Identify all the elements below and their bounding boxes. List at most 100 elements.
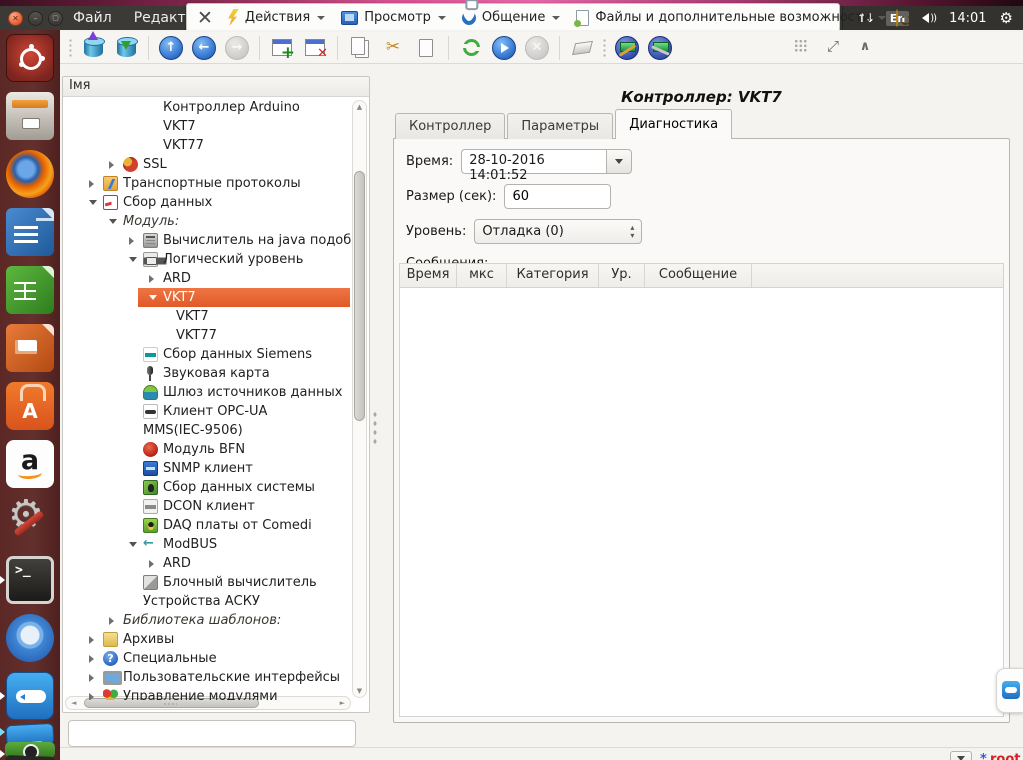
- go-back-button[interactable]: ←: [191, 35, 217, 61]
- tree-expander[interactable]: [129, 257, 143, 262]
- tree-row[interactable]: Звуковая карта: [63, 364, 351, 383]
- messages-table[interactable]: ВремямксКатегорияУр.Сообщение: [399, 263, 1004, 717]
- copy-item-button[interactable]: [347, 35, 373, 61]
- tree-expander[interactable]: [129, 237, 143, 245]
- tab-parameters[interactable]: Параметры: [507, 113, 613, 139]
- tree-row[interactable]: Сбор данных Siemens: [63, 345, 351, 364]
- instrument-button-2[interactable]: [647, 35, 673, 61]
- teamviewer-side-handle[interactable]: [996, 668, 1023, 713]
- tree-expander[interactable]: [109, 617, 123, 625]
- add-item-button[interactable]: [269, 35, 295, 61]
- scroll-right-icon[interactable]: ►: [340, 699, 345, 707]
- column-header[interactable]: Время: [400, 264, 457, 287]
- tree-row[interactable]: VKT7: [63, 117, 351, 136]
- level-spinbox[interactable]: Отладка (0) ▴▾: [474, 219, 642, 244]
- refresh-button[interactable]: [458, 35, 484, 61]
- tree-expander[interactable]: [89, 655, 103, 663]
- tree-row[interactable]: Модуль BFN: [63, 440, 351, 459]
- scroll-left-icon[interactable]: ◄: [71, 699, 76, 707]
- scroll-up-icon[interactable]: ▲: [353, 103, 366, 111]
- ubuntu-dash-icon[interactable]: [6, 34, 54, 82]
- smiley-icon[interactable]: [896, 9, 898, 27]
- tree-row[interactable]: SNMP клиент: [63, 459, 351, 478]
- tree-vertical-scrollbar[interactable]: ▲ ▼: [352, 100, 367, 698]
- tree-expander[interactable]: [149, 560, 163, 568]
- tree-row[interactable]: Архивы: [63, 630, 351, 649]
- tree-row[interactable]: Библиотека шаблонов:: [63, 611, 351, 630]
- speaker-icon[interactable]: )): [922, 13, 936, 24]
- tree-row[interactable]: ModBUS: [63, 535, 351, 554]
- firefox-icon[interactable]: [6, 150, 54, 198]
- tile-grid-button[interactable]: [788, 33, 814, 59]
- collapse-toolbar-button[interactable]: ∧: [852, 33, 878, 59]
- tab-diagnostics[interactable]: Диагностика: [615, 109, 732, 139]
- tree-row[interactable]: DAQ платы от Comedi: [63, 516, 351, 535]
- libreoffice-writer-icon[interactable]: [6, 208, 54, 256]
- tree-expander[interactable]: [89, 180, 103, 188]
- clean-button[interactable]: [569, 35, 595, 61]
- column-header[interactable]: Сообщение: [645, 264, 752, 287]
- tree-expander[interactable]: [89, 693, 103, 701]
- load-from-db-button[interactable]: [80, 35, 106, 61]
- tree-expander[interactable]: [109, 219, 123, 224]
- go-up-button[interactable]: ↑: [158, 35, 184, 61]
- window-minimize-button[interactable]: [28, 11, 43, 26]
- tree-row[interactable]: Вычислитель на java подобн: [63, 231, 351, 250]
- session-gear-icon[interactable]: ⚙: [1000, 11, 1013, 26]
- chromium-icon[interactable]: [6, 614, 54, 662]
- tree-row[interactable]: Специальные: [63, 649, 351, 668]
- tree-row[interactable]: SSL: [63, 155, 351, 174]
- toolbar-grip[interactable]: [602, 38, 607, 58]
- tree-header[interactable]: Імя: [63, 77, 369, 97]
- size-input[interactable]: [504, 184, 611, 209]
- software-center-icon[interactable]: [6, 382, 54, 430]
- libreoffice-calc-icon[interactable]: [6, 266, 54, 314]
- column-header[interactable]: Категория: [507, 264, 599, 287]
- files-extra-menu[interactable]: Файлы и дополнительные возможности: [576, 10, 886, 26]
- tree-search-input[interactable]: [68, 720, 356, 747]
- tree-row[interactable]: ARD: [63, 554, 351, 573]
- expand-button[interactable]: ⤢: [820, 33, 846, 59]
- tree-row[interactable]: Шлюз источников данных: [63, 383, 351, 402]
- terminal-icon[interactable]: [6, 556, 54, 604]
- window-maximize-button[interactable]: [48, 11, 63, 26]
- tree-row[interactable]: VKT77: [63, 136, 351, 155]
- tree-row[interactable]: Контроллер Arduino: [63, 98, 351, 117]
- vertical-scroll-thumb[interactable]: [354, 171, 365, 421]
- delete-item-button[interactable]: [302, 35, 328, 61]
- panel-splitter[interactable]: [372, 410, 378, 444]
- tree-row[interactable]: VKT7: [63, 288, 351, 307]
- tree-row[interactable]: MMS(IEC-9506): [63, 421, 351, 440]
- scroll-down-icon[interactable]: ▼: [353, 687, 366, 695]
- close-icon[interactable]: ✕: [197, 8, 213, 28]
- menu-file[interactable]: Файл: [73, 10, 112, 26]
- tree-row[interactable]: Сбор данных системы: [63, 478, 351, 497]
- tree-expander[interactable]: [129, 542, 143, 547]
- tree-row[interactable]: Пользовательские интерфейсы: [63, 668, 351, 687]
- status-combo-button[interactable]: [950, 751, 972, 760]
- tree-row[interactable]: Логический уровень: [63, 250, 351, 269]
- tree-expander[interactable]: [89, 674, 103, 682]
- file-cabinet-icon[interactable]: [6, 92, 54, 140]
- column-header[interactable]: мкс: [457, 264, 507, 287]
- tree-row[interactable]: Блочный вычислитель: [63, 573, 351, 592]
- tree-expander[interactable]: [149, 295, 163, 300]
- tree-row[interactable]: DCON клиент: [63, 497, 351, 516]
- tree-row[interactable]: Клиент OPC-UA: [63, 402, 351, 421]
- tree-row[interactable]: Устройства АСКУ: [63, 592, 351, 611]
- tree-row[interactable]: Модуль:: [63, 212, 351, 231]
- window-close-button[interactable]: [8, 11, 23, 26]
- time-combo[interactable]: 28-10-2016 14:01:52: [461, 149, 632, 174]
- tree-row[interactable]: Сбор данных: [63, 193, 351, 212]
- tree-row[interactable]: VKT7: [63, 307, 351, 326]
- libreoffice-impress-icon[interactable]: [6, 324, 54, 372]
- cut-item-button[interactable]: ✂: [380, 35, 406, 61]
- paste-item-button[interactable]: [413, 35, 439, 61]
- save-to-db-button[interactable]: [113, 35, 139, 61]
- spinner-arrows-icon[interactable]: ▴▾: [630, 224, 634, 240]
- tree-expander[interactable]: [89, 636, 103, 644]
- teamviewer-icon[interactable]: [6, 672, 54, 720]
- column-header[interactable]: Ур.: [599, 264, 645, 287]
- time-dropdown-button[interactable]: [606, 149, 632, 174]
- app-stack-dark-icon[interactable]: [5, 755, 55, 760]
